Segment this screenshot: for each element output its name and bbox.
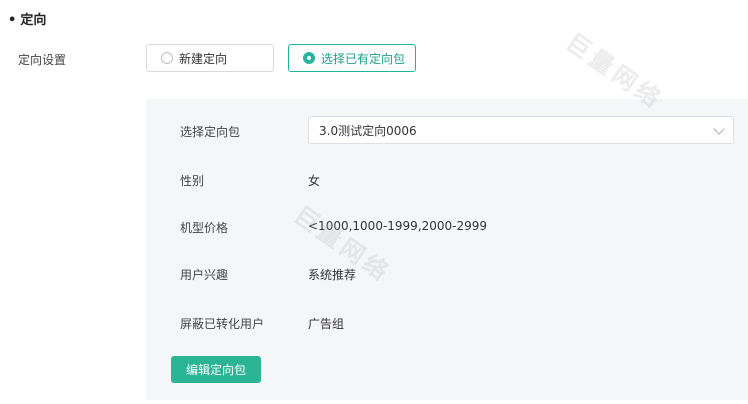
section-title-text: 定向 <box>20 13 47 28</box>
edit-package-button[interactable]: 编辑定向包 <box>171 356 261 383</box>
section-title: • 定向 <box>8 9 46 28</box>
select-package-label: 选择定向包 <box>180 125 241 139</box>
user-interest-label: 用户兴趣 <box>180 268 229 282</box>
gender-label: 性别 <box>180 174 205 188</box>
new-targeting-radio[interactable]: 新建定向 <box>146 44 274 72</box>
new-targeting-label: 新建定向 <box>179 51 228 66</box>
targeting-settings-label: 定向设置 <box>18 53 67 67</box>
package-select-value: 3.0测试定向0006 <box>319 123 417 138</box>
chevron-down-icon <box>713 123 725 135</box>
radio-unchecked-icon <box>161 52 173 64</box>
device-price-label: 机型价格 <box>180 221 229 235</box>
user-interest-value: 系统推荐 <box>308 268 357 282</box>
radio-checked-icon <box>303 52 315 64</box>
gender-value: 女 <box>308 174 321 188</box>
existing-package-label: 选择已有定向包 <box>321 51 406 66</box>
package-select[interactable]: 3.0测试定向0006 <box>308 116 734 144</box>
bullet: • <box>8 13 17 28</box>
package-details-panel: 选择定向包 3.0测试定向0006 性别 女 机型价格 <1000,1000-1… <box>146 99 748 400</box>
exclude-converted-value: 广告组 <box>308 317 345 331</box>
exclude-converted-label: 屏蔽已转化用户 <box>180 317 265 331</box>
device-price-value: <1000,1000-1999,2000-2999 <box>308 219 488 233</box>
existing-package-radio[interactable]: 选择已有定向包 <box>288 44 416 72</box>
